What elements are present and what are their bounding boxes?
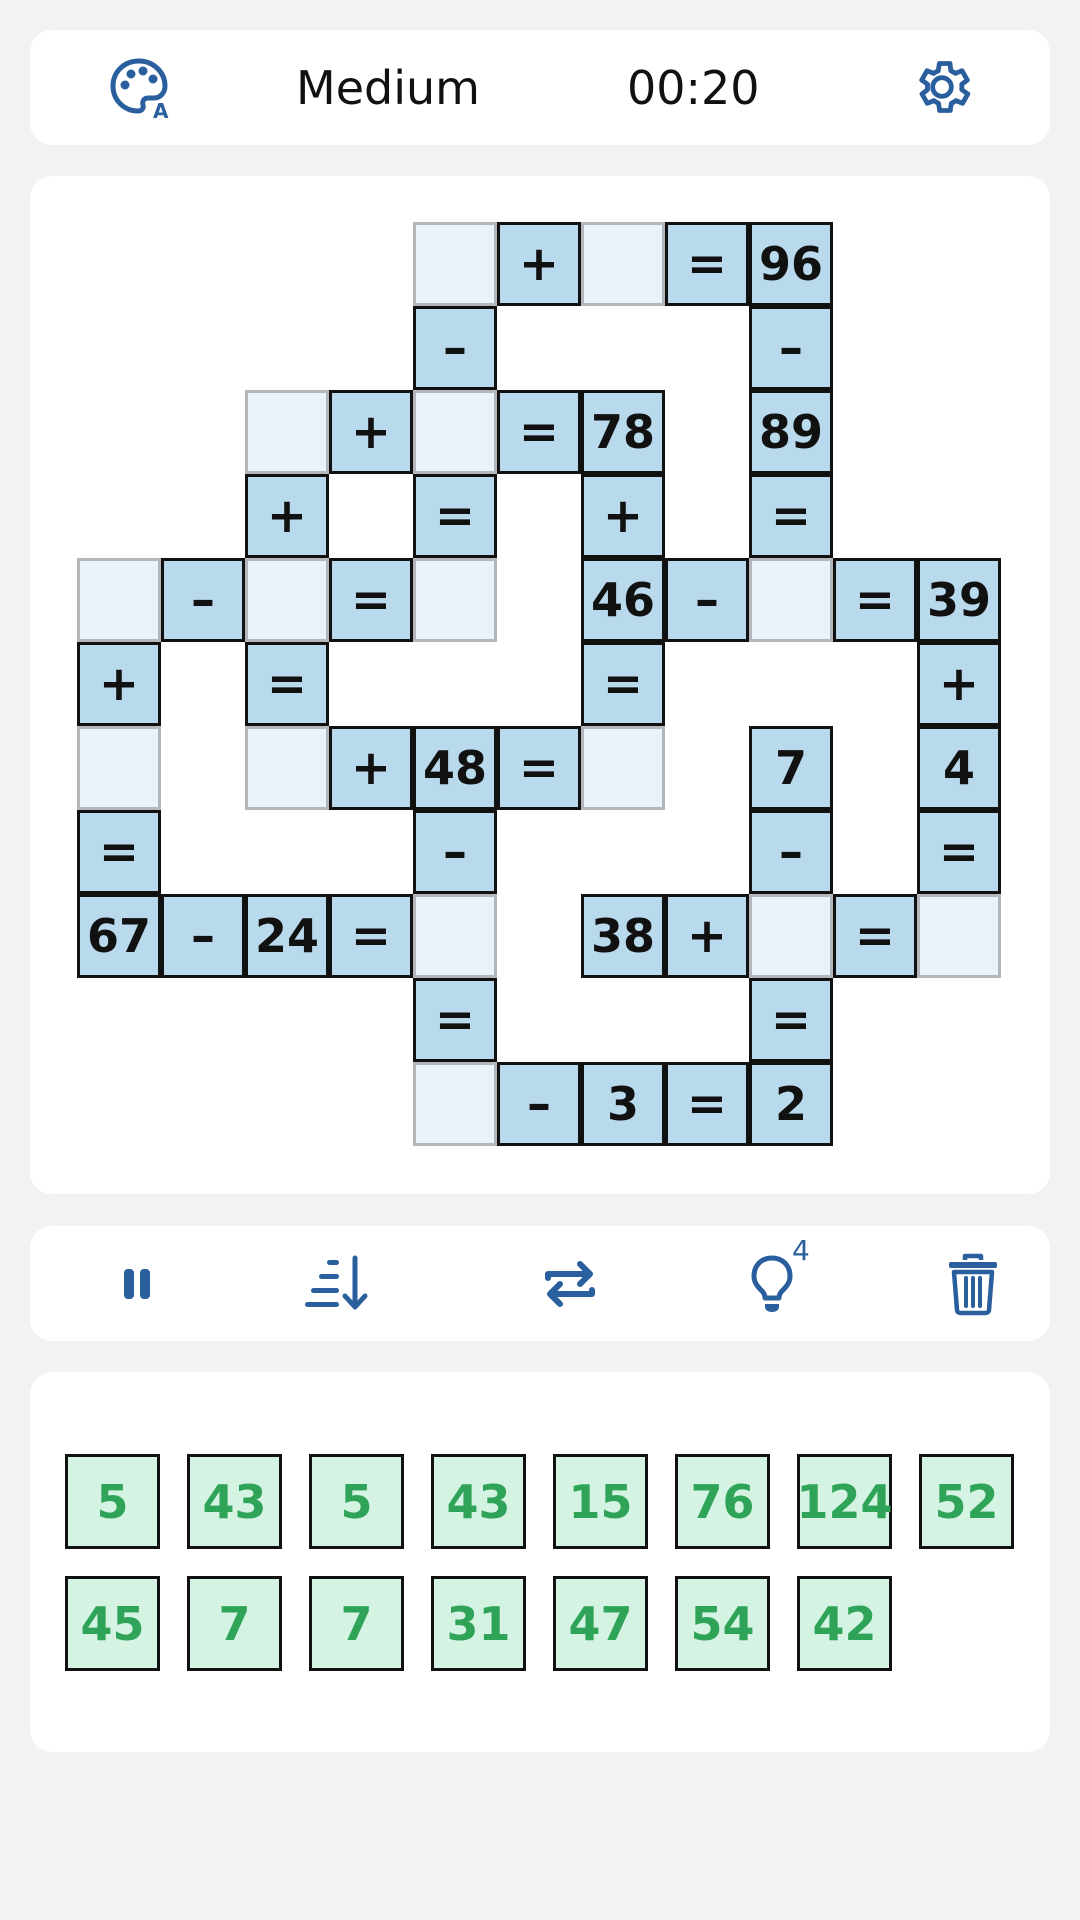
timer-display: 00:20 [627, 61, 760, 115]
number-cell: 38 [581, 894, 665, 978]
empty-cell[interactable] [917, 894, 1001, 978]
number-tile[interactable]: 54 [675, 1576, 770, 1671]
palette-icon[interactable]: A [104, 52, 174, 122]
trash-icon [949, 1253, 997, 1316]
empty-cell[interactable] [581, 726, 665, 810]
header-bar: A Medium 00:20 [30, 30, 1050, 145]
empty-cell[interactable] [245, 726, 329, 810]
number-cell: 78 [581, 390, 665, 474]
operator-equals: = [917, 810, 1001, 894]
empty-cell[interactable] [413, 222, 497, 306]
operator-equals: = [833, 558, 917, 642]
number-tile[interactable]: 31 [431, 1576, 526, 1671]
operator-equals: = [413, 978, 497, 1062]
operator-plus: + [329, 390, 413, 474]
operator-minus: – [161, 894, 245, 978]
empty-cell[interactable] [245, 390, 329, 474]
operator-equals: = [497, 726, 581, 810]
operator-minus: – [749, 306, 833, 390]
operator-equals: = [329, 558, 413, 642]
operator-plus: + [329, 726, 413, 810]
operator-plus: + [581, 474, 665, 558]
operator-minus: – [749, 810, 833, 894]
empty-cell[interactable] [749, 558, 833, 642]
number-tile[interactable]: 52 [919, 1454, 1014, 1549]
number-cell: 24 [245, 894, 329, 978]
sort-descending-icon [305, 1255, 368, 1310]
number-cell: 48 [413, 726, 497, 810]
operator-equals: = [581, 642, 665, 726]
number-tile[interactable]: 43 [187, 1454, 282, 1549]
operator-minus: – [497, 1062, 581, 1146]
operator-equals: = [413, 474, 497, 558]
operator-minus: – [413, 810, 497, 894]
operator-plus: + [77, 642, 161, 726]
number-tile[interactable]: 15 [553, 1454, 648, 1549]
operator-equals: = [749, 474, 833, 558]
delete-button[interactable] [933, 1244, 1013, 1324]
swap-icon [545, 1261, 595, 1307]
number-tile[interactable]: 5 [65, 1454, 160, 1549]
operator-equals: = [833, 894, 917, 978]
empty-cell[interactable] [413, 1062, 497, 1146]
operator-minus: – [665, 558, 749, 642]
operator-equals: = [665, 222, 749, 306]
action-toolbar: 4 [30, 1226, 1050, 1341]
empty-cell[interactable] [581, 222, 665, 306]
number-tile[interactable]: 43 [431, 1454, 526, 1549]
number-tile[interactable]: 47 [553, 1576, 648, 1671]
operator-plus: + [497, 222, 581, 306]
number-tile[interactable]: 7 [309, 1576, 404, 1671]
difficulty-label: Medium [296, 61, 480, 115]
empty-cell[interactable] [413, 390, 497, 474]
empty-cell[interactable] [413, 558, 497, 642]
empty-cell[interactable] [413, 894, 497, 978]
number-cell: 67 [77, 894, 161, 978]
number-tile[interactable]: 7 [187, 1576, 282, 1671]
number-cell: 46 [581, 558, 665, 642]
puzzle-board-card: + = 96– – + = 78 89 + = + = – = 46– = 39 + = = + +48 = 7 4 = – – = 67… [30, 176, 1050, 1194]
number-tile[interactable]: 76 [675, 1454, 770, 1549]
operator-plus: + [665, 894, 749, 978]
empty-cell[interactable] [77, 726, 161, 810]
gear-icon[interactable] [907, 52, 977, 122]
operator-minus: – [161, 558, 245, 642]
operator-equals: = [77, 810, 161, 894]
number-cell: 96 [749, 222, 833, 306]
operator-minus: – [413, 306, 497, 390]
operator-plus: + [917, 642, 1001, 726]
operator-plus: + [245, 474, 329, 558]
svg-text:A: A [153, 99, 169, 119]
number-tray: 5 43 5 43 15 76 124 52 45 7 7 31 47 54 42 [30, 1372, 1050, 1752]
hint-count-badge: 4 [792, 1234, 810, 1267]
operator-equals: = [329, 894, 413, 978]
empty-cell[interactable] [749, 894, 833, 978]
empty-cell[interactable] [245, 558, 329, 642]
operator-equals: = [497, 390, 581, 474]
empty-cell[interactable] [77, 558, 161, 642]
number-cell: 3 [581, 1062, 665, 1146]
puzzle-grid: + = 96– – + = 78 89 + = + = – = 46– = 39 + = = + +48 = 7 4 = – – = 67… [30, 176, 1050, 1194]
pause-button[interactable] [97, 1244, 177, 1324]
number-tile[interactable]: 124 [796, 1454, 893, 1549]
number-tile[interactable]: 42 [797, 1576, 892, 1671]
number-cell: 2 [749, 1062, 833, 1146]
operator-equals: = [665, 1062, 749, 1146]
number-cell: 39 [917, 558, 1001, 642]
number-cell: 4 [917, 726, 1001, 810]
sort-button[interactable] [298, 1244, 378, 1324]
pause-icon [124, 1269, 150, 1299]
number-cell: 7 [749, 726, 833, 810]
number-cell: 89 [749, 390, 833, 474]
operator-equals: = [749, 978, 833, 1062]
number-tile[interactable]: 5 [309, 1454, 404, 1549]
number-tile[interactable]: 45 [65, 1576, 160, 1671]
operator-equals: = [245, 642, 329, 726]
swap-button[interactable] [530, 1244, 610, 1324]
